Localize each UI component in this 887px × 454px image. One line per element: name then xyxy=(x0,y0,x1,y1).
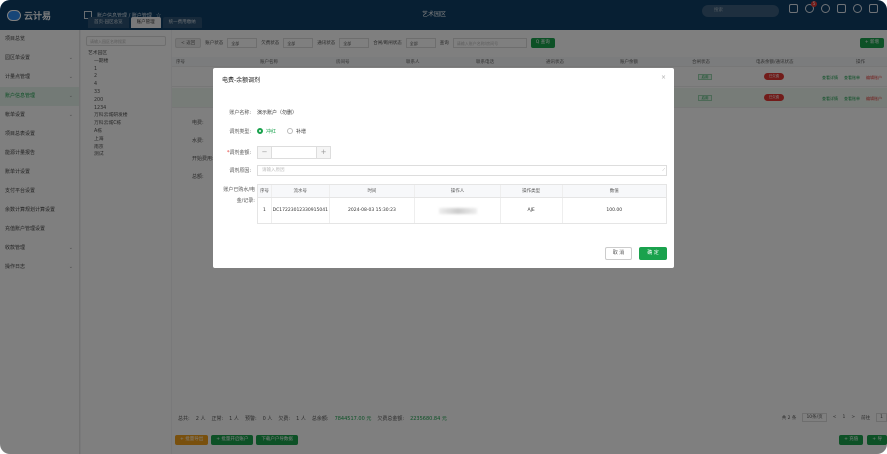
radio-deduct-label[interactable]: 冲红 xyxy=(266,128,276,135)
records-table-header: 序号 流水号 时间 操作人 操作类型 数值 xyxy=(258,185,666,198)
records-label: 账户已购水/电 金/记录: xyxy=(213,186,255,204)
records-header-cell: 序号 xyxy=(258,185,272,197)
records-index: 1 xyxy=(258,198,272,223)
records-type: AJE xyxy=(501,198,563,223)
dialog-title: 电费-余额调剂 xyxy=(222,77,261,84)
records-time: 2024-08-03 15:30:23 xyxy=(330,198,416,223)
records-header-cell: 时间 xyxy=(330,185,416,197)
account-name-value: 演示账户（勿删） xyxy=(257,110,298,116)
balance-adjust-dialog: 电费-余额调剂 × 账户名称: 演示账户（勿删） 调剂类型: 冲红 补增 *调剂… xyxy=(213,68,674,268)
app-window: 云计易 账户信息管理 / 账户管理 ☆ 艺术园区 搜索 5 首页-园区总览 账户… xyxy=(0,0,887,454)
radio-supplement[interactable] xyxy=(287,128,293,134)
stepper-minus-button[interactable]: − xyxy=(258,147,271,158)
radio-deduct[interactable] xyxy=(257,128,263,134)
records-label-line2: 金/记录: xyxy=(236,198,255,204)
adjust-type-label: 调剂类型: xyxy=(229,129,251,135)
reason-placeholder: 请输入原因 xyxy=(262,168,285,173)
records-row: 1 DC17223012330915041 2024-08-03 15:30:2… xyxy=(258,198,666,223)
records-label-line1: 账户已购水/电 xyxy=(223,187,255,193)
amount-input[interactable] xyxy=(271,147,317,158)
close-icon[interactable]: × xyxy=(661,74,666,81)
amount-stepper[interactable]: − + xyxy=(257,146,331,159)
records-operator xyxy=(415,198,501,223)
records-table: 序号 流水号 时间 操作人 操作类型 数值 1 DC17223012330915… xyxy=(257,184,667,224)
reason-label: 调剂原因: xyxy=(229,168,251,174)
records-header-cell: 流水号 xyxy=(272,185,330,197)
resize-grip-icon[interactable]: ⟋ xyxy=(662,165,665,175)
confirm-button[interactable]: 确 定 xyxy=(639,247,667,260)
records-header-cell: 数值 xyxy=(609,189,619,194)
reason-textarea[interactable]: 请输入原因 ⟋ xyxy=(257,165,667,176)
account-name-label: 账户名称: xyxy=(229,110,251,116)
records-serial: DC17223012330915041 xyxy=(272,198,330,223)
records-header-cell: 操作人 xyxy=(415,185,501,197)
stepper-plus-button[interactable]: + xyxy=(317,147,330,158)
records-value: 100.00 xyxy=(606,208,623,213)
radio-supplement-label[interactable]: 补增 xyxy=(296,128,306,135)
records-header-cell: 操作类型 xyxy=(501,185,563,197)
cancel-button[interactable]: 取 消 xyxy=(605,247,632,260)
amount-label-text: 调剂金额: xyxy=(229,150,251,156)
amount-label: *调剂金额: xyxy=(213,149,251,156)
blurred-operator xyxy=(438,207,477,214)
